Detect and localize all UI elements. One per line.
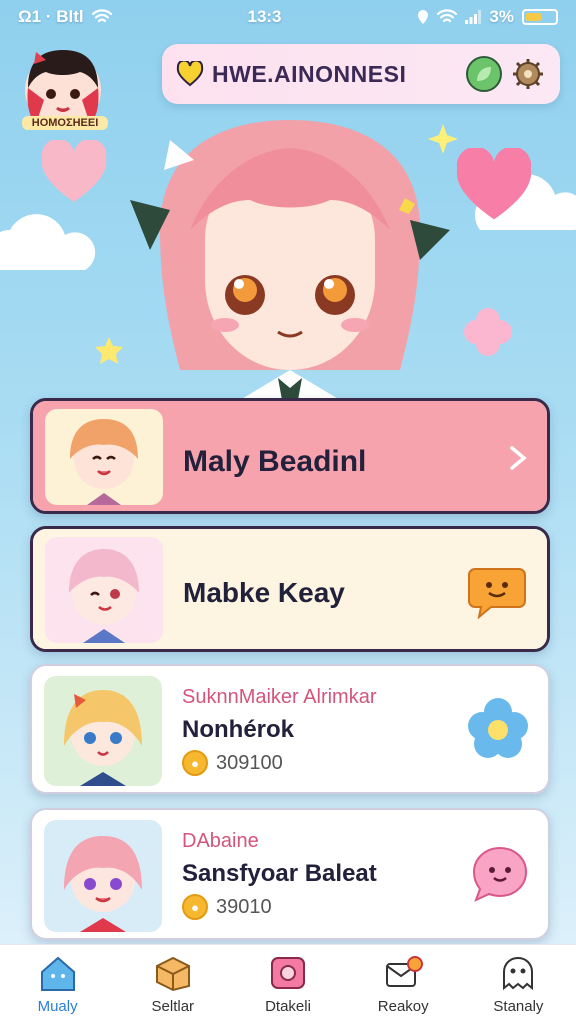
card-4-thumbnail <box>44 820 162 932</box>
nav-letter-label: Reakoy <box>377 998 429 1015</box>
smiley-bubble-icon[interactable] <box>465 559 529 619</box>
battery-icon <box>522 9 558 25</box>
character-card-2[interactable]: Mabke Keay <box>30 526 550 652</box>
nav-camera[interactable]: Dtakeli <box>230 945 345 1024</box>
flower-decoration <box>464 308 512 356</box>
pink-bubble-icon[interactable] <box>470 844 530 904</box>
cloud-left-decoration <box>0 214 96 270</box>
card-4-subtitle: DAbaine <box>182 830 259 852</box>
card-3-coin-value: 309100 <box>216 751 283 774</box>
battery-level <box>526 13 542 21</box>
nav-box-label: Seltlar <box>151 998 195 1015</box>
mascot-character <box>130 120 450 400</box>
nav-ghost[interactable]: Stanaly <box>461 945 576 1024</box>
status-left: Ω1 · Βltl <box>18 7 112 27</box>
nav-ghost-label: Stanaly <box>493 998 544 1015</box>
character-card-3[interactable]: SuknnMaiker Alrimkar Nonhérok ● 309100 <box>30 664 550 794</box>
card-2-title: Mabke Keay <box>183 577 345 608</box>
battery-percent: 3% <box>489 7 514 26</box>
home-icon <box>40 956 75 991</box>
nav-letter[interactable]: Reakoy <box>346 945 461 1024</box>
heart-decoration-left <box>41 140 107 202</box>
ghost-icon <box>503 956 534 991</box>
character-card-4[interactable]: DAbaine Sansfyoar Baleat ● 39010 <box>30 808 550 940</box>
location-icon <box>418 10 429 24</box>
signal-icon <box>465 10 482 24</box>
camera-icon <box>271 957 305 989</box>
card-4-coin-value: 39010 <box>216 895 272 918</box>
card-3-coins: ● 309100 <box>182 750 283 776</box>
status-right: 3% <box>417 7 558 27</box>
card-1-thumbnail <box>45 409 163 505</box>
card-4-title: Sansfyoar Baleat <box>182 860 377 887</box>
avatar-caption: ΗΟΜΟΣΗΕΕΙ <box>22 116 108 130</box>
heart-play-icon <box>176 61 204 87</box>
settings-button[interactable] <box>510 56 546 92</box>
coin-icon: ● <box>182 894 208 920</box>
card-1-title: Maly Beadinl <box>183 445 367 478</box>
leaf-button[interactable] <box>466 56 502 92</box>
bottom-navigation: Mualy Seltlar Dtakeli Reakoy Stanaly <box>0 944 576 1024</box>
letter-icon <box>386 956 424 987</box>
wifi-icon-right <box>437 9 458 23</box>
heart-decoration-right <box>456 148 532 220</box>
leaf-icon <box>477 67 491 81</box>
title-bar: HWE.AINONNESI <box>162 44 560 104</box>
nav-home-label: Mualy <box>37 998 78 1015</box>
wifi-icon <box>91 9 112 23</box>
card-3-thumbnail <box>44 676 162 786</box>
chevron-right-icon[interactable] <box>507 445 529 471</box>
card-4-coins: ● 39010 <box>182 894 272 920</box>
status-bar: Ω1 · Βltl 13:3 3% <box>0 0 576 34</box>
character-card-1[interactable]: Maly Beadinl <box>30 398 550 514</box>
gear-icon <box>513 59 543 89</box>
card-3-subtitle: SuknnMaiker Alrimkar <box>182 686 377 708</box>
status-time: 13:3 <box>247 7 282 26</box>
card-2-thumbnail <box>45 537 163 643</box>
status-carrier: Ω1 · Βltl <box>18 7 84 26</box>
app-title: HWE.AINONNESI <box>212 60 407 87</box>
nav-box[interactable]: Seltlar <box>115 945 230 1024</box>
nav-camera-label: Dtakeli <box>265 998 311 1015</box>
card-3-title: Nonhérok <box>182 716 295 743</box>
coin-icon: ● <box>182 750 208 776</box>
box-icon <box>155 956 190 992</box>
flower-icon[interactable] <box>466 696 530 760</box>
nav-home[interactable]: Mualy <box>0 945 115 1024</box>
